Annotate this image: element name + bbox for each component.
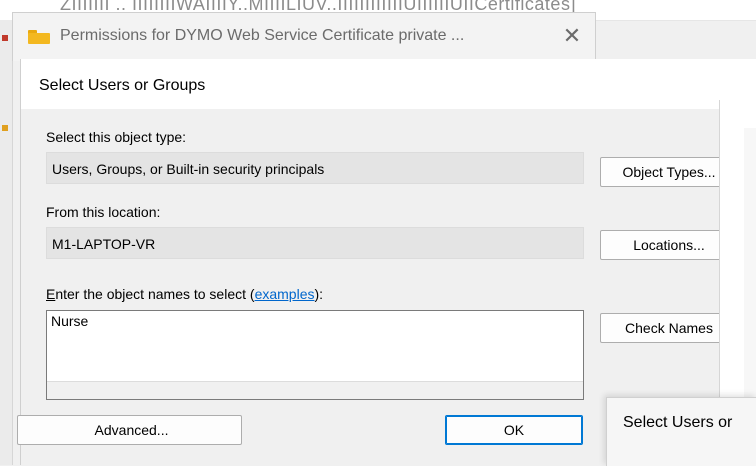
ok-button[interactable]: OK — [445, 415, 583, 445]
object-names-value: Nurse — [51, 313, 89, 329]
permissions-window: Permissions for DYMO Web Service Certifi… — [12, 12, 596, 61]
dialog-titlebar: Select Users or Groups — [21, 59, 756, 109]
location-label: From this location: — [46, 204, 161, 220]
object-type-label: Select this object type: — [46, 129, 187, 145]
object-types-button[interactable]: Object Types... — [600, 157, 738, 187]
folder-icon — [28, 30, 50, 44]
permissions-window-title: Permissions for DYMO Web Service Certifi… — [60, 27, 465, 44]
object-names-label-text: nter the object names to select ( — [55, 286, 255, 302]
object-names-label-end: ): — [314, 286, 324, 302]
location-field: M1-LAPTOP-VR — [46, 227, 584, 259]
advanced-button[interactable]: Advanced... — [17, 415, 242, 445]
second-select-users-window[interactable]: Select Users or — [606, 397, 756, 466]
accelerator-key: E — [46, 286, 56, 302]
background-window-left-edge — [0, 20, 13, 465]
check-names-button[interactable]: Check Names — [600, 313, 738, 343]
horizontal-scrollbar[interactable] — [47, 381, 583, 399]
locations-button[interactable]: Locations... — [600, 230, 738, 260]
second-window-title: Select Users or — [623, 414, 733, 431]
object-type-field: Users, Groups, or Built-in security prin… — [46, 152, 584, 184]
background-yellow-icon — [2, 125, 8, 131]
dialog-title: Select Users or Groups — [39, 77, 206, 94]
background-red-icon — [2, 35, 8, 41]
advanced-button-label: Advanced... — [94, 422, 169, 438]
object-names-input[interactable]: Nurse — [46, 310, 584, 400]
examples-link[interactable]: examples — [255, 286, 315, 302]
object-names-label: Enter the object names to select (exampl… — [46, 286, 323, 302]
close-icon[interactable]: ✕ — [559, 23, 585, 49]
